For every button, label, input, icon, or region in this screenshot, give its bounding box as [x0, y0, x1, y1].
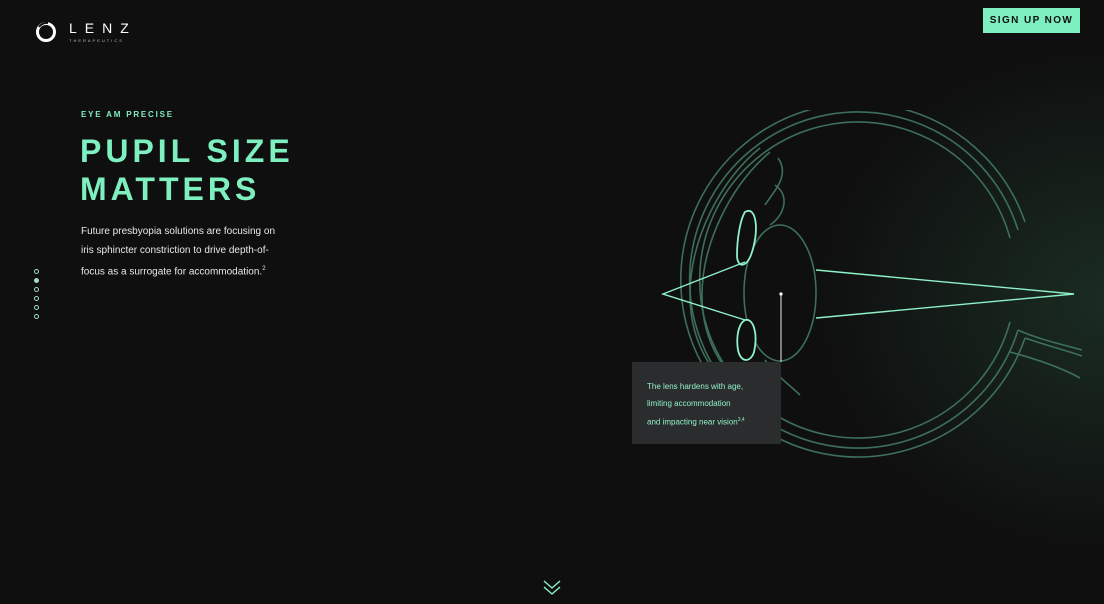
section-dot-1[interactable] — [34, 269, 39, 274]
body-line-1: Future presbyopia solutions are focusing… — [81, 226, 276, 237]
section-dot-6[interactable] — [34, 314, 39, 319]
section-dot-3[interactable] — [34, 287, 39, 292]
body-line-3: focus as a surrogate for accommodation. — [81, 266, 263, 278]
section-dot-nav — [34, 269, 39, 319]
section-dot-5[interactable] — [34, 305, 39, 310]
callout-line-1: The lens hardens with age, — [647, 382, 744, 391]
eyebrow-label: EYE AM PRECISE — [81, 110, 174, 119]
lenz-logo-ring-icon — [36, 21, 56, 42]
body-footnote-ref: 2 — [262, 266, 266, 272]
headline-line-2: MATTERS — [80, 171, 261, 207]
lenz-logo[interactable]: LENZ THERAPEUTICS — [35, 21, 137, 43]
page: LENZ THERAPEUTICS SIGN UP NOW EYE AM PRE… — [0, 0, 1104, 604]
double-chevron-down-icon[interactable] — [542, 578, 562, 598]
headline-line-1: PUPIL SIZE — [80, 133, 294, 169]
callout-line-3: and impacting near vision — [647, 417, 738, 427]
logo-text: LENZ THERAPEUTICS — [69, 21, 137, 43]
body-line-2: iris sphincter constriction to drive dep… — [81, 245, 269, 256]
section-dot-2-active[interactable] — [34, 278, 39, 283]
logo-wordmark: LENZ — [69, 20, 137, 36]
sign-up-button[interactable]: SIGN UP NOW — [983, 8, 1080, 33]
logo-subtitle: THERAPEUTICS — [69, 38, 124, 43]
callout-footnote-ref: 3,4 — [737, 417, 745, 423]
hero-body-text: Future presbyopia solutions are focusing… — [81, 222, 301, 281]
section-dot-4[interactable] — [34, 296, 39, 301]
page-headline: PUPIL SIZE MATTERS — [80, 132, 294, 208]
callout-line-2: limiting accommodation — [647, 399, 731, 408]
lens-callout-tooltip: The lens hardens with age, limiting acco… — [632, 362, 781, 444]
